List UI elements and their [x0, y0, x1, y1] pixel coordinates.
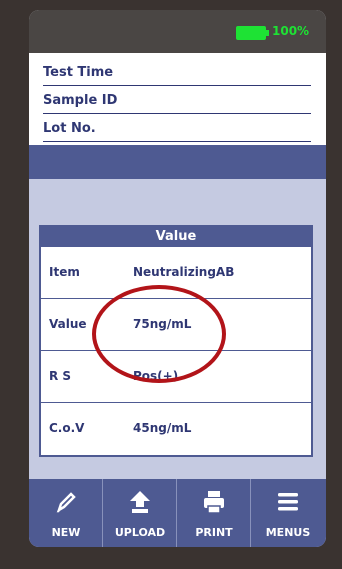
menus-label: MENUS: [265, 526, 311, 539]
pencil-icon: [56, 492, 76, 513]
new-button[interactable]: NEW: [29, 479, 103, 547]
menu-icon: [278, 493, 298, 511]
print-label: PRINT: [195, 526, 233, 539]
upload-button[interactable]: UPLOAD: [103, 479, 177, 547]
row-value: 75ng/mL: [133, 317, 192, 331]
device-screen: 100% Test Time Sample ID Lot No. Value I…: [29, 10, 326, 547]
row-label: Value: [49, 317, 87, 331]
table-row-value: Value 75ng/mL: [41, 299, 311, 351]
status-bar: 100%: [29, 10, 326, 53]
info-row-lot-no: Lot No.: [43, 114, 311, 142]
row-value: NeutralizingAB: [133, 265, 235, 279]
printer-icon: [204, 491, 224, 514]
table-row-item: Item NeutralizingAB: [41, 247, 311, 299]
value-table: Value Item NeutralizingAB Value 75ng/mL …: [39, 225, 313, 457]
info-label: Lot No.: [43, 121, 96, 136]
row-value: 45ng/mL: [133, 421, 192, 435]
test-info-panel: Test Time Sample ID Lot No.: [29, 53, 326, 145]
info-row-sample-id: Sample ID: [43, 86, 311, 114]
battery-tip: [266, 30, 269, 36]
battery-icon: [236, 26, 266, 40]
info-row-test-time: Test Time: [43, 58, 311, 86]
battery-percent: 100%: [272, 24, 310, 38]
row-label: Item: [49, 265, 80, 279]
upload-icon: [130, 491, 150, 513]
info-label: Test Time: [43, 65, 114, 80]
bottom-toolbar: NEW UPLOAD PRINT MENUS: [29, 479, 326, 547]
table-row-rs: R S Pos(+): [41, 351, 311, 403]
divider-band: [29, 145, 326, 179]
result-panel: Value Item NeutralizingAB Value 75ng/mL …: [29, 179, 326, 479]
row-label: R S: [49, 369, 72, 383]
info-label: Sample ID: [43, 93, 118, 108]
menus-button[interactable]: MENUS: [251, 479, 325, 547]
new-label: NEW: [51, 526, 81, 539]
value-table-header: Value: [41, 227, 311, 247]
print-button[interactable]: PRINT: [177, 479, 251, 547]
table-row-cov: C.o.V 45ng/mL: [41, 403, 311, 455]
upload-label: UPLOAD: [114, 526, 166, 539]
row-label: C.o.V: [49, 421, 85, 435]
row-value: Pos(+): [133, 369, 179, 383]
